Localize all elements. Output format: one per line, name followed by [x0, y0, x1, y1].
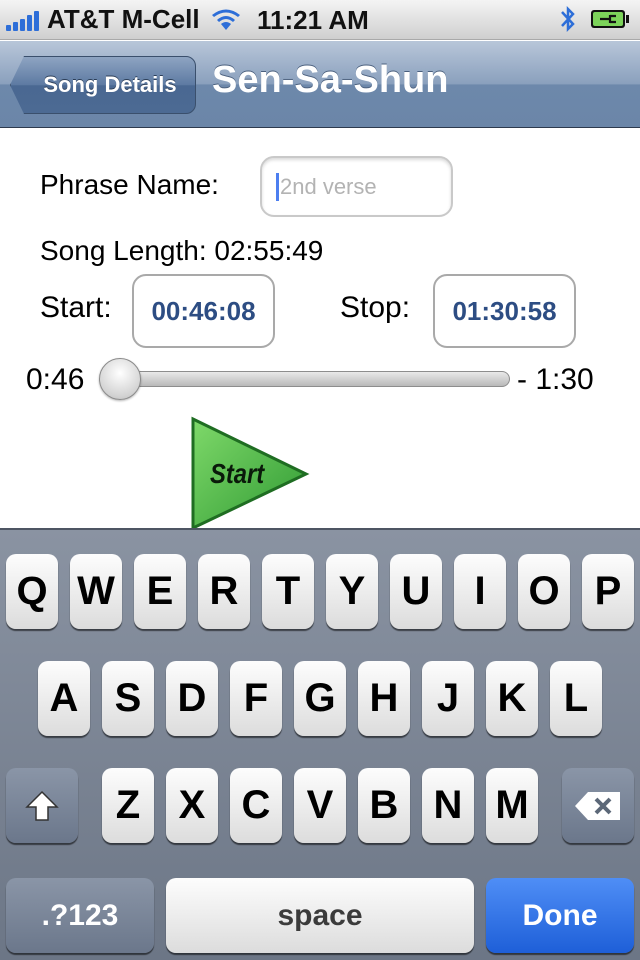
key-label: Y [338, 569, 366, 613]
key-m[interactable]: M [486, 768, 538, 843]
phrase-name-input[interactable]: 2nd verse [260, 156, 453, 217]
key-a[interactable]: A [38, 661, 90, 736]
stop-time-button[interactable]: 01:30:58 [433, 274, 576, 348]
key-label: D [177, 676, 207, 720]
key-label: R [209, 569, 239, 613]
slider-min-label: 0:46 [26, 363, 85, 396]
key-i[interactable]: I [454, 554, 506, 629]
phrase-name-label: Phrase Name: [40, 169, 219, 200]
song-length-text: Song Length: 02:55:49 [40, 235, 324, 266]
numbers-key[interactable]: .?123 [6, 878, 154, 953]
clock-time: 11:21 AM [257, 5, 369, 35]
on-screen-keyboard: QWERTYUIOP ASDFGHJKL ZXCVBNM .?123 space… [0, 528, 640, 960]
back-button[interactable]: Song Details [10, 56, 196, 114]
space-key-label: space [277, 898, 363, 932]
key-label: I [474, 569, 486, 613]
space-key[interactable]: space [166, 878, 474, 953]
key-label: V [306, 783, 334, 827]
key-label: B [369, 783, 399, 827]
key-label: G [304, 676, 336, 720]
key-label: U [401, 569, 431, 613]
start-button-label: Start [210, 458, 265, 489]
key-p[interactable]: P [582, 554, 634, 629]
key-label: A [49, 676, 79, 720]
key-h[interactable]: H [358, 661, 410, 736]
key-f[interactable]: F [230, 661, 282, 736]
key-d[interactable]: D [166, 661, 218, 736]
key-label: M [495, 783, 529, 827]
done-key[interactable]: Done [486, 878, 634, 953]
key-w[interactable]: W [70, 554, 122, 629]
page-title: Sen-Sa-Shun [212, 59, 449, 101]
key-label: Z [115, 783, 141, 827]
carrier-name: AT&T M-Cell [47, 4, 200, 34]
numbers-key-label: .?123 [41, 898, 119, 932]
range-slider-track[interactable] [100, 371, 510, 387]
phrase-name-placeholder: 2nd verse [280, 173, 377, 199]
slider-max-label: - 1:30 [517, 363, 594, 396]
key-label: X [178, 783, 206, 827]
key-label: Q [16, 569, 48, 613]
key-k[interactable]: K [486, 661, 538, 736]
stop-time-label: Stop: [340, 291, 411, 324]
key-label: L [563, 676, 589, 720]
shift-arrow-icon [25, 790, 59, 821]
signal-strength-icon [6, 9, 39, 31]
shift-key[interactable] [6, 768, 78, 843]
key-label: H [369, 676, 399, 720]
wifi-icon [211, 9, 240, 30]
key-t[interactable]: T [262, 554, 314, 629]
key-n[interactable]: N [422, 768, 474, 843]
key-label: O [528, 569, 560, 613]
navigation-bar: Song Details Sen-Sa-Shun [0, 41, 640, 128]
back-button-label: Song Details [43, 72, 177, 97]
key-s[interactable]: S [102, 661, 154, 736]
bluetooth-icon [561, 5, 575, 33]
text-cursor [276, 172, 279, 201]
key-v[interactable]: V [294, 768, 346, 843]
key-u[interactable]: U [390, 554, 442, 629]
key-label: N [433, 783, 463, 827]
backspace-key[interactable] [562, 768, 634, 843]
battery-charging-icon [591, 10, 629, 28]
start-time-label: Start: [40, 291, 112, 324]
key-label: C [241, 783, 271, 827]
done-key-label: Done [522, 898, 598, 932]
key-j[interactable]: J [422, 661, 474, 736]
key-label: W [77, 569, 115, 613]
key-q[interactable]: Q [6, 554, 58, 629]
range-slider-thumb[interactable] [99, 358, 141, 400]
key-label: S [114, 676, 142, 720]
key-label: K [497, 676, 527, 720]
key-b[interactable]: B [358, 768, 410, 843]
start-time-value: 00:46:08 [151, 295, 256, 326]
key-c[interactable]: C [230, 768, 282, 843]
status-bar: AT&T M-Cell 11:21 AM [0, 0, 640, 40]
key-label: F [243, 676, 269, 720]
key-g[interactable]: G [294, 661, 346, 736]
key-r[interactable]: R [198, 554, 250, 629]
key-l[interactable]: L [550, 661, 602, 736]
key-e[interactable]: E [134, 554, 186, 629]
key-x[interactable]: X [166, 768, 218, 843]
key-label: E [146, 569, 174, 613]
key-label: T [275, 569, 301, 613]
key-label: J [436, 676, 460, 720]
key-label: P [594, 569, 622, 613]
key-z[interactable]: Z [102, 768, 154, 843]
start-time-button[interactable]: 00:46:08 [132, 274, 275, 348]
stop-time-value: 01:30:58 [452, 295, 557, 326]
key-y[interactable]: Y [326, 554, 378, 629]
key-o[interactable]: O [518, 554, 570, 629]
delete-icon [575, 791, 620, 820]
